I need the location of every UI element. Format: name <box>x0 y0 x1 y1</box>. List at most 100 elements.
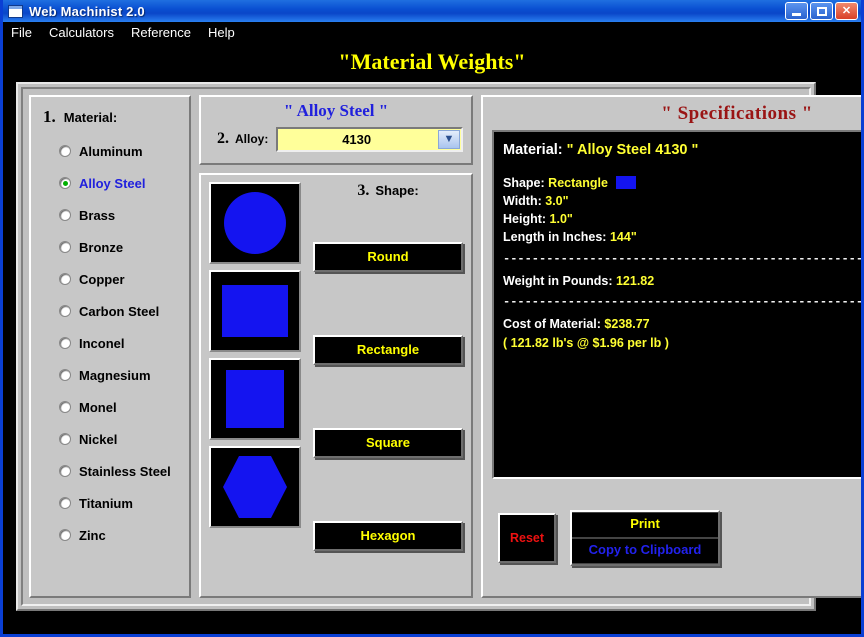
material-option-label: Zinc <box>79 527 106 543</box>
radio-icon[interactable] <box>59 209 71 221</box>
spec-divider-2: ----------------------------------------… <box>503 295 864 310</box>
material-option-aluminum[interactable]: Aluminum <box>43 135 179 167</box>
shape-label: Shape: <box>375 183 419 198</box>
shape-panel: 3. Shape: Round Rectangle Square Hexagon <box>199 173 473 598</box>
close-button[interactable]: ✕ <box>835 2 858 20</box>
menu-item-reference[interactable]: Reference <box>131 25 191 40</box>
radio-icon[interactable] <box>59 241 71 253</box>
reset-button[interactable]: Reset <box>498 513 556 563</box>
shape-preview-square[interactable] <box>209 358 301 440</box>
material-option-label: Nickel <box>79 431 118 447</box>
spec-height-value: 1.0" <box>549 212 573 227</box>
shape-preview-round[interactable] <box>209 182 301 264</box>
shape-right-column: 3. Shape: Round Rectangle Square Hexagon <box>301 182 463 589</box>
radio-icon[interactable] <box>59 337 71 349</box>
spec-material-line: Material: " Alloy Steel 4130 " <box>503 140 861 161</box>
radio-icon[interactable] <box>59 433 71 445</box>
material-option-carbon-steel[interactable]: Carbon Steel <box>43 295 179 327</box>
spec-row-length: Length in Inches: 144" <box>503 228 861 246</box>
material-option-magnesium[interactable]: Magnesium <box>43 359 179 391</box>
rectangle-icon <box>222 285 288 337</box>
chevron-down-icon[interactable]: ▼ <box>438 129 460 149</box>
radio-icon[interactable] <box>59 145 71 157</box>
material-option-nickel[interactable]: Nickel <box>43 423 179 455</box>
minimize-icon <box>792 12 801 16</box>
material-radio-group: Aluminum Alloy Steel Brass Bronze Copper Carb… <box>43 135 179 551</box>
shape-header: 3. Shape: <box>313 182 463 210</box>
menu-bar: File Calculators Reference Help <box>3 22 861 42</box>
maximize-button[interactable] <box>810 2 833 20</box>
spec-row-shape: Shape: Rectangle <box>503 174 861 192</box>
shape-color-swatch <box>616 176 637 190</box>
alloy-panel: " Alloy Steel " 2. Alloy: 4130 ▼ <box>199 95 473 165</box>
shape-step-number: 3. <box>357 182 370 199</box>
shape-button-group: Round Rectangle Square Hexagon <box>313 210 463 589</box>
spec-shape-value: Rectangle <box>548 176 608 191</box>
spec-row-width: Width: 3.0" <box>503 192 861 210</box>
material-option-bronze[interactable]: Bronze <box>43 231 179 263</box>
spec-height-label: Height: <box>503 212 547 227</box>
spec-length-label: Length in Inches: <box>503 230 607 245</box>
material-panel: 1. Material: Aluminum Alloy Steel Brass Bro… <box>29 95 191 598</box>
window-title: Web Machinist 2.0 <box>29 3 145 19</box>
menu-item-calculators[interactable]: Calculators <box>49 25 114 40</box>
material-option-label: Inconel <box>79 335 125 351</box>
menu-item-file[interactable]: File <box>11 25 32 40</box>
material-label: Material: <box>63 110 118 125</box>
material-option-titanium[interactable]: Titanium <box>43 487 179 519</box>
spec-cost-detail: ( 121.82 lb's @ $1.96 per lb ) <box>503 335 669 350</box>
shape-button-hexagon[interactable]: Hexagon <box>313 521 463 552</box>
alloy-title: " Alloy Steel " <box>283 101 389 120</box>
spec-divider-1: ----------------------------------------… <box>503 251 864 266</box>
material-option-copper[interactable]: Copper <box>43 263 179 295</box>
spec-weight-value: 121.82 <box>615 273 655 288</box>
radio-icon[interactable] <box>59 529 71 541</box>
material-option-label: Carbon Steel <box>79 303 160 319</box>
spec-row-cost: Cost of Material: $238.77 <box>503 315 861 333</box>
material-option-inconel[interactable]: Inconel <box>43 327 179 359</box>
radio-icon[interactable] <box>59 273 71 285</box>
radio-icon[interactable] <box>59 177 71 189</box>
spec-material-label: Material: <box>503 142 563 158</box>
radio-icon[interactable] <box>59 401 71 413</box>
square-icon <box>226 370 284 428</box>
radio-icon[interactable] <box>59 369 71 381</box>
alloy-row: 2. Alloy: 4130 ▼ <box>209 126 463 152</box>
window-icon <box>8 4 23 18</box>
radio-icon[interactable] <box>59 305 71 317</box>
alloy-selected-value: 4130 <box>342 131 372 147</box>
alloy-select[interactable]: 4130 ▼ <box>276 126 463 152</box>
shape-button-rectangle[interactable]: Rectangle <box>313 334 463 365</box>
material-option-brass[interactable]: Brass <box>43 199 179 231</box>
spec-cost-label: Cost of Material: <box>503 317 601 332</box>
specifications-panel: " Specifications " Material: " Alloy Ste… <box>481 95 864 598</box>
material-option-label: Bronze <box>79 239 124 255</box>
print-button[interactable]: Print <box>572 512 718 538</box>
radio-icon[interactable] <box>59 497 71 509</box>
page-title: "Material Weights" <box>3 42 861 82</box>
material-option-label: Titanium <box>79 495 133 511</box>
material-option-zinc[interactable]: Zinc <box>43 519 179 551</box>
spec-row-weight: Weight in Pounds: 121.82 <box>503 272 861 290</box>
shape-preview-rectangle[interactable] <box>209 270 301 352</box>
radio-icon[interactable] <box>59 465 71 477</box>
copy-to-clipboard-button[interactable]: Copy to Clipboard <box>572 538 718 564</box>
specifications-title: " Specifications " <box>661 103 813 124</box>
material-option-monel[interactable]: Monel <box>43 391 179 423</box>
material-option-label: Stainless Steel <box>79 463 171 479</box>
shape-button-round[interactable]: Round <box>313 241 463 272</box>
menu-item-help[interactable]: Help <box>208 25 235 40</box>
app-window: Web Machinist 2.0 ✕ File Calculators Ref… <box>0 0 864 637</box>
shape-preview-hexagon[interactable] <box>209 446 301 528</box>
material-step-number: 1. <box>43 107 56 126</box>
form-inner: 1. Material: Aluminum Alloy Steel Brass Bro… <box>21 87 861 606</box>
minimize-button[interactable] <box>785 2 808 20</box>
spec-shape-label: Shape: <box>503 176 545 191</box>
material-option-label: Alloy Steel <box>79 175 146 191</box>
specifications-display: Material: " Alloy Steel 4130 " Shape: Re… <box>492 130 864 479</box>
material-option-stainless-steel[interactable]: Stainless Steel <box>43 455 179 487</box>
shape-button-square[interactable]: Square <box>313 428 463 459</box>
reset-button-label: Reset <box>509 531 545 545</box>
alloy-step-number: 2. <box>217 130 229 148</box>
material-option-alloy-steel[interactable]: Alloy Steel <box>43 167 179 199</box>
